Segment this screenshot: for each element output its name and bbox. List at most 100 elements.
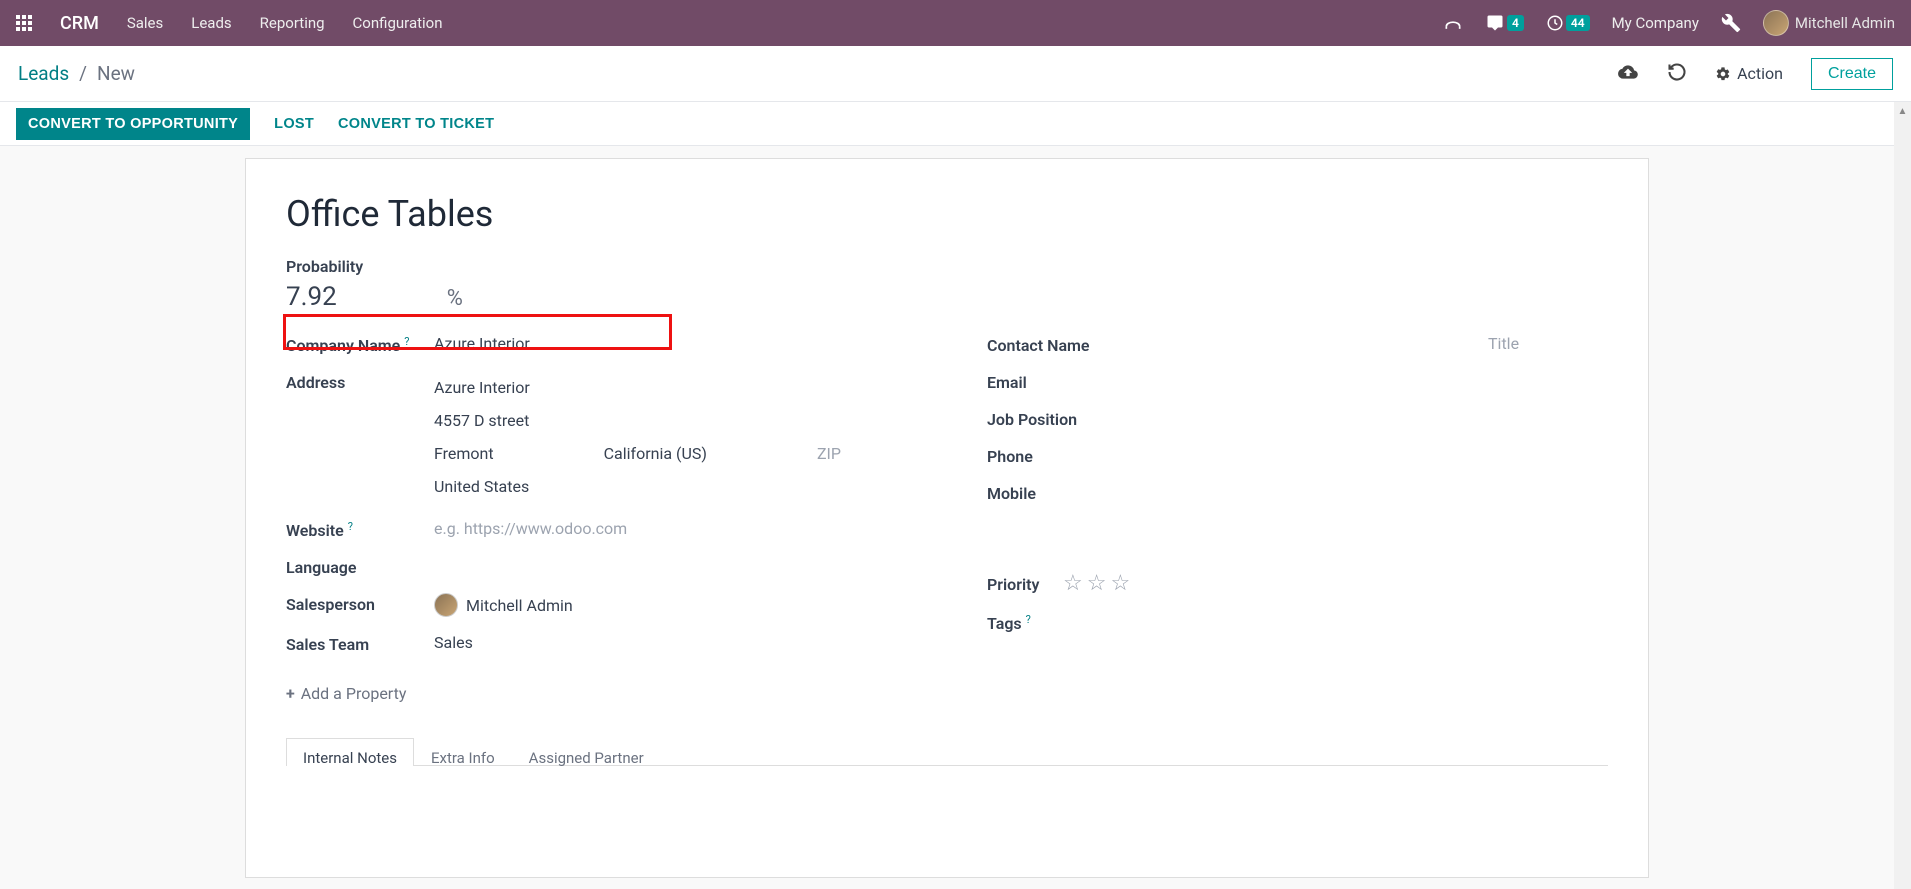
cloud-save-icon[interactable] [1617, 62, 1639, 86]
help-icon[interactable]: ? [348, 520, 353, 533]
tab-extra-info[interactable]: Extra Info [414, 738, 512, 766]
address-state[interactable]: California (US) [604, 444, 707, 463]
label-salesperson: Salesperson [286, 593, 434, 614]
tab-assigned-partner[interactable]: Assigned Partner [512, 738, 661, 766]
help-icon[interactable]: ? [404, 335, 409, 348]
nav-sales[interactable]: Sales [127, 14, 163, 32]
form-col-right: Contact Name Title Email Job Position Ph… [987, 326, 1608, 703]
help-icon[interactable]: ? [1026, 613, 1031, 626]
row-company-name: Company Name ? Azure Interior [286, 326, 907, 363]
control-bar: Leads / New Action Create [0, 46, 1911, 102]
discard-icon[interactable] [1667, 62, 1687, 86]
value-salesperson[interactable]: Mitchell Admin [434, 593, 907, 617]
label-contact-name: Contact Name [987, 334, 1177, 355]
row-address: Address Azure Interior 4557 D street Fre… [286, 363, 907, 511]
user-avatar-icon [1763, 10, 1789, 36]
row-job-position: Job Position [987, 400, 1608, 437]
top-navbar: CRM Sales Leads Reporting Configuration … [0, 0, 1911, 46]
messages-badge: 4 [1507, 15, 1524, 31]
probability-row: 7.92 % [286, 282, 1608, 312]
label-priority: Priority [987, 573, 1063, 594]
plus-icon: + [286, 684, 295, 703]
status-bar: CONVERT TO OPPORTUNITY LOST CONVERT TO T… [0, 102, 1911, 146]
row-contact-name: Contact Name Title [987, 326, 1608, 363]
label-language: Language [286, 556, 434, 577]
activities-icon[interactable]: 44 [1546, 14, 1590, 32]
apps-icon[interactable] [16, 15, 32, 31]
record-title[interactable]: Office Tables [286, 193, 1608, 235]
address-zip[interactable]: ZIP [817, 444, 841, 463]
tab-internal-notes[interactable]: Internal Notes [286, 738, 414, 766]
star-icon[interactable]: ☆ [1063, 571, 1083, 596]
probability-pct: % [447, 286, 463, 311]
address-line2[interactable]: 4557 D street [434, 404, 907, 437]
company-switcher[interactable]: My Company [1612, 14, 1699, 32]
action-label: Action [1737, 64, 1783, 83]
user-name: Mitchell Admin [1795, 14, 1895, 32]
value-salesteam[interactable]: Sales [434, 633, 907, 652]
star-icon[interactable]: ☆ [1087, 571, 1107, 596]
row-salesperson: Salesperson Mitchell Admin [286, 585, 907, 625]
label-job-position: Job Position [987, 408, 1177, 429]
probability-label: Probability [286, 257, 1608, 276]
label-phone: Phone [987, 445, 1177, 466]
breadcrumb-leads[interactable]: Leads [18, 62, 69, 85]
nav-reporting[interactable]: Reporting [260, 14, 325, 32]
label-mobile: Mobile [987, 482, 1177, 503]
add-property-label: Add a Property [301, 684, 407, 703]
row-phone: Phone [987, 437, 1608, 474]
label-tags: Tags ? [987, 612, 1063, 633]
notebook-tabs: Internal Notes Extra Info Assigned Partn… [286, 737, 1608, 766]
salesperson-name: Mitchell Admin [466, 596, 573, 615]
row-email: Email [987, 363, 1608, 400]
row-salesteam: Sales Team Sales [286, 625, 907, 662]
row-website: Website ? e.g. https://www.odoo.com [286, 511, 907, 548]
vertical-scrollbar[interactable]: ▲ [1894, 102, 1911, 889]
salesperson-avatar-icon [434, 593, 458, 617]
row-tags: Tags ? [987, 604, 1608, 641]
label-company-name: Company Name ? [286, 334, 434, 355]
row-priority: Priority ☆ ☆ ☆ [987, 563, 1608, 604]
label-address: Address [286, 371, 434, 392]
scroll-up-icon[interactable]: ▲ [1894, 102, 1911, 120]
probability-value[interactable]: 7.92 [286, 282, 337, 312]
form-grid: Company Name ? Azure Interior Address Az… [286, 326, 1608, 703]
address-city-row: Fremont California (US) ZIP [434, 437, 907, 470]
star-icon[interactable]: ☆ [1110, 571, 1130, 596]
navbar-right: 4 44 My Company Mitchell Admin [1443, 10, 1895, 36]
value-title[interactable]: Title [1488, 334, 1608, 353]
value-address: Azure Interior 4557 D street Fremont Cal… [434, 371, 907, 503]
nav-leads[interactable]: Leads [191, 14, 231, 32]
lost-button[interactable]: LOST [274, 116, 314, 132]
priority-stars: ☆ ☆ ☆ [1063, 571, 1130, 596]
label-salesteam: Sales Team [286, 633, 434, 654]
messages-icon[interactable]: 4 [1485, 14, 1524, 32]
breadcrumb-sep: / [79, 62, 87, 85]
form-col-left: Company Name ? Azure Interior Address Az… [286, 326, 907, 703]
address-line1[interactable]: Azure Interior [434, 371, 907, 404]
value-company-name[interactable]: Azure Interior [434, 334, 907, 353]
breadcrumb: Leads / New [18, 62, 135, 85]
breadcrumb-current: New [97, 62, 135, 85]
row-language: Language [286, 548, 907, 585]
add-property-button[interactable]: + Add a Property [286, 684, 907, 703]
action-menu[interactable]: Action [1715, 64, 1783, 83]
address-country[interactable]: United States [434, 470, 907, 503]
form-sheet: Office Tables Probability 7.92 % Company… [245, 158, 1649, 878]
phone-icon[interactable] [1443, 14, 1463, 32]
app-brand[interactable]: CRM [60, 13, 99, 34]
create-button[interactable]: Create [1811, 58, 1893, 90]
value-website[interactable]: e.g. https://www.odoo.com [434, 519, 907, 538]
debug-icon[interactable] [1721, 13, 1741, 33]
nav-configuration[interactable]: Configuration [353, 14, 443, 32]
form-content: Office Tables Probability 7.92 % Company… [0, 146, 1894, 889]
user-menu[interactable]: Mitchell Admin [1763, 10, 1895, 36]
address-city[interactable]: Fremont [434, 444, 494, 463]
gear-icon [1715, 66, 1731, 82]
control-actions: Action Create [1617, 58, 1893, 90]
convert-to-ticket-button[interactable]: CONVERT TO TICKET [338, 116, 494, 132]
label-website: Website ? [286, 519, 434, 540]
convert-to-opportunity-button[interactable]: CONVERT TO OPPORTUNITY [16, 108, 250, 140]
activities-badge: 44 [1566, 15, 1590, 31]
row-mobile: Mobile [987, 474, 1608, 511]
